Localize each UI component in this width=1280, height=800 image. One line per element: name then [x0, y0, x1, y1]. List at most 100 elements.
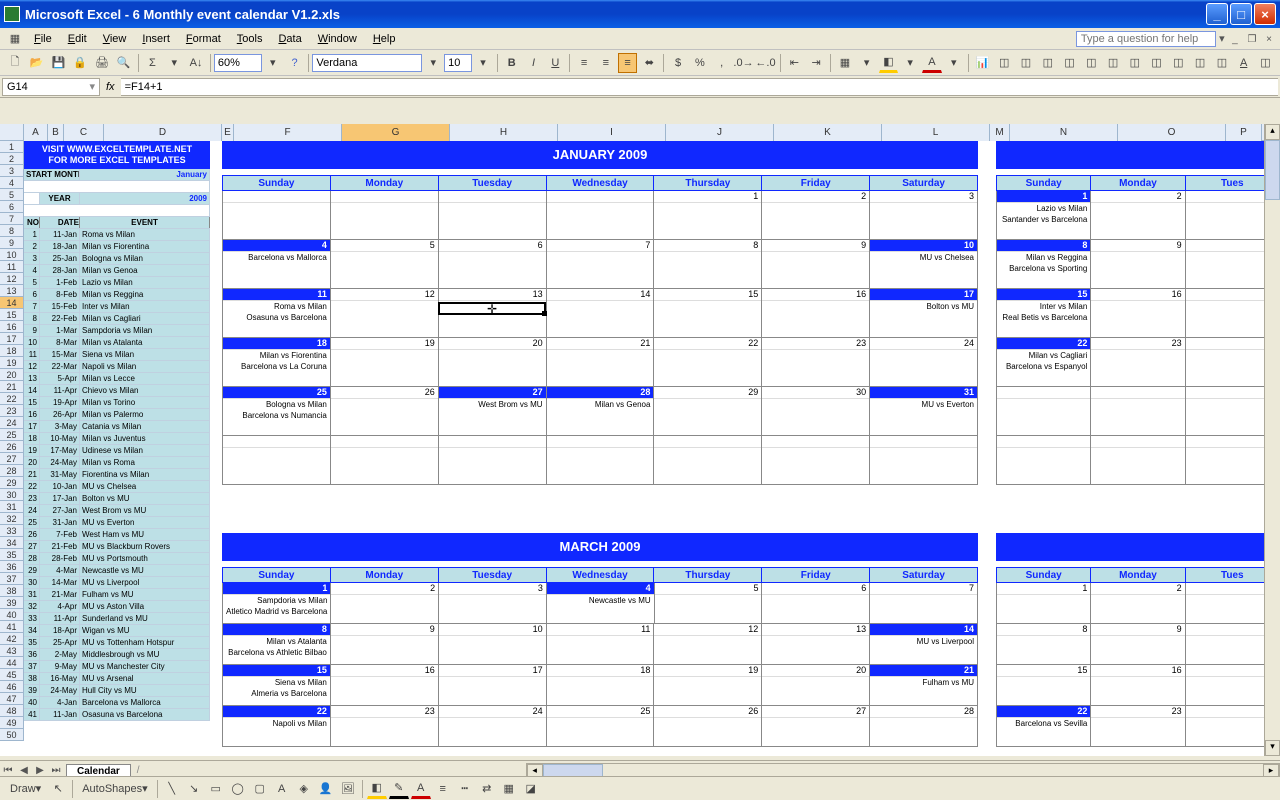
calendar-day[interactable]: 4Newcastle vs MU: [547, 583, 655, 624]
event-row[interactable]: 1115-MarSiena vs Milan: [24, 349, 210, 361]
event-row[interactable]: 1411-AprChievo vs Milan: [24, 385, 210, 397]
calendar-day[interactable]: 22: [654, 338, 762, 387]
name-box-dropdown-icon[interactable]: ▾: [89, 80, 95, 93]
calendar-day[interactable]: 9: [1091, 240, 1185, 289]
calendar-day[interactable]: 10MU vs Chelsea: [870, 240, 978, 289]
event-row[interactable]: 3525-AprMU vs Tottenham Hotspur: [24, 637, 210, 649]
tb-extra10-icon[interactable]: ◫: [1190, 53, 1210, 73]
calendar-day[interactable]: 16: [1091, 665, 1185, 706]
row-header-46[interactable]: 46: [0, 681, 23, 693]
calendar-day[interactable]: 7: [547, 240, 655, 289]
calendar-day[interactable]: 23: [1091, 338, 1185, 387]
calendar-day[interactable]: 15Siena vs MilanAlmeria vs Barcelona: [222, 665, 331, 706]
row-header-30[interactable]: 30: [0, 489, 23, 501]
event-row[interactable]: 111-JanRoma vs Milan: [24, 229, 210, 241]
calendar-day[interactable]: 16: [762, 289, 870, 338]
tb-extra3-icon[interactable]: ◫: [1038, 53, 1058, 73]
draw-menu[interactable]: Draw ▾: [5, 779, 46, 799]
doc-restore-button[interactable]: ❐: [1245, 34, 1259, 45]
col-header-I[interactable]: I: [558, 124, 666, 141]
select-all-corner[interactable]: [0, 124, 24, 141]
calendar-day[interactable]: 20: [762, 665, 870, 706]
align-left-icon[interactable]: ≡: [574, 53, 594, 73]
menu-tools[interactable]: Tools: [229, 31, 271, 47]
calendar-day[interactable]: 24: [870, 338, 978, 387]
tb-extra12-icon[interactable]: A: [1234, 53, 1254, 73]
calendar-day[interactable]: 25: [547, 706, 655, 747]
col-header-C[interactable]: C: [64, 124, 104, 141]
calendar-day[interactable]: 13: [762, 624, 870, 665]
row-header-27[interactable]: 27: [0, 453, 23, 465]
line-color-icon[interactable]: ✎: [389, 779, 409, 799]
row-header-32[interactable]: 32: [0, 513, 23, 525]
tb-extra11-icon[interactable]: ◫: [1212, 53, 1232, 73]
row-header-38[interactable]: 38: [0, 585, 23, 597]
event-row[interactable]: 3924-MayHull City vs MU: [24, 685, 210, 697]
calendar-day[interactable]: 16: [1091, 289, 1185, 338]
rectangle-icon[interactable]: ▭: [206, 779, 226, 799]
event-row[interactable]: 135-AprMilan vs Lecce: [24, 373, 210, 385]
row-header-21[interactable]: 21: [0, 381, 23, 393]
event-row[interactable]: 51-FebLazio vs Milan: [24, 277, 210, 289]
row-header-26[interactable]: 26: [0, 441, 23, 453]
row-header-31[interactable]: 31: [0, 501, 23, 513]
calendar-day[interactable]: 4Barcelona vs Mallorca: [222, 240, 331, 289]
calendar-day[interactable]: 29: [654, 387, 762, 436]
calendar-day[interactable]: 19: [654, 665, 762, 706]
menu-insert[interactable]: Insert: [134, 31, 178, 47]
menu-file[interactable]: File: [26, 31, 60, 47]
event-row[interactable]: 324-AprMU vs Aston Villa: [24, 601, 210, 613]
tb-extra13-icon[interactable]: ◫: [1256, 53, 1276, 73]
calendar-day[interactable]: 30: [762, 387, 870, 436]
arrow-icon[interactable]: ↘: [184, 779, 204, 799]
align-center-icon[interactable]: ≡: [596, 53, 616, 73]
event-row[interactable]: 1626-AprMilan vs Palermo: [24, 409, 210, 421]
event-row[interactable]: 325-JanBologna vs Milan: [24, 253, 210, 265]
row-header-35[interactable]: 35: [0, 549, 23, 561]
row-header-7[interactable]: 7: [0, 213, 23, 225]
row-header-5[interactable]: 5: [0, 189, 23, 201]
align-right-icon[interactable]: ≡: [618, 53, 638, 73]
event-row[interactable]: 2531-JanMU vs Everton: [24, 517, 210, 529]
fx-icon[interactable]: fx: [106, 81, 115, 93]
vertical-scrollbar[interactable]: ▴ ▾: [1264, 124, 1280, 756]
row-header-41[interactable]: 41: [0, 621, 23, 633]
help-search-input[interactable]: [1076, 31, 1216, 47]
calendar-day[interactable]: 19: [331, 338, 439, 387]
row-header-6[interactable]: 6: [0, 201, 23, 213]
event-row[interactable]: 3418-AprWigan vs MU: [24, 625, 210, 637]
calendar-day[interactable]: 2: [1091, 583, 1185, 624]
menu-edit[interactable]: Edit: [60, 31, 95, 47]
help-icon[interactable]: ?: [285, 53, 305, 73]
col-header-K[interactable]: K: [774, 124, 882, 141]
maximize-button[interactable]: □: [1230, 3, 1252, 25]
row-header-19[interactable]: 19: [0, 357, 23, 369]
calendar-day[interactable]: 31MU vs Everton: [870, 387, 978, 436]
font-name-dropdown-icon[interactable]: ▾: [423, 53, 443, 73]
calendar-day[interactable]: 12: [331, 289, 439, 338]
calendar-day[interactable]: 27: [762, 706, 870, 747]
row-header-39[interactable]: 39: [0, 597, 23, 609]
merge-icon[interactable]: ⬌: [639, 53, 659, 73]
event-row[interactable]: 2427-JanWest Brom vs MU: [24, 505, 210, 517]
tb-extra1-icon[interactable]: ◫: [994, 53, 1014, 73]
col-header-E[interactable]: E: [222, 124, 234, 141]
zoom-input[interactable]: [214, 54, 262, 72]
calendar-day[interactable]: 18: [547, 665, 655, 706]
comma-icon[interactable]: ,: [712, 53, 732, 73]
calendar-day[interactable]: 7: [870, 583, 978, 624]
help-dropdown-icon[interactable]: ▾: [1216, 32, 1228, 45]
calendar-day[interactable]: 18Milan vs FiorentinaBarcelona vs La Cor…: [222, 338, 331, 387]
calendar-day[interactable]: 8: [654, 240, 762, 289]
tab-last-icon[interactable]: ⏭: [48, 765, 64, 776]
row-header-14[interactable]: 14: [0, 297, 23, 309]
fill-color-draw-icon[interactable]: ◧: [367, 779, 387, 799]
event-row[interactable]: 173-MayCatania vs Milan: [24, 421, 210, 433]
formula-input[interactable]: [121, 78, 1278, 96]
calendar-day[interactable]: 22Barcelona vs Sevilla: [996, 706, 1091, 747]
col-header-J[interactable]: J: [666, 124, 774, 141]
wordart-icon[interactable]: A: [272, 779, 292, 799]
calendar-day[interactable]: 23: [762, 338, 870, 387]
row-header-40[interactable]: 40: [0, 609, 23, 621]
calendar-day[interactable]: 1Sampdoria vs MilanAtletico Madrid vs Ba…: [222, 583, 331, 624]
